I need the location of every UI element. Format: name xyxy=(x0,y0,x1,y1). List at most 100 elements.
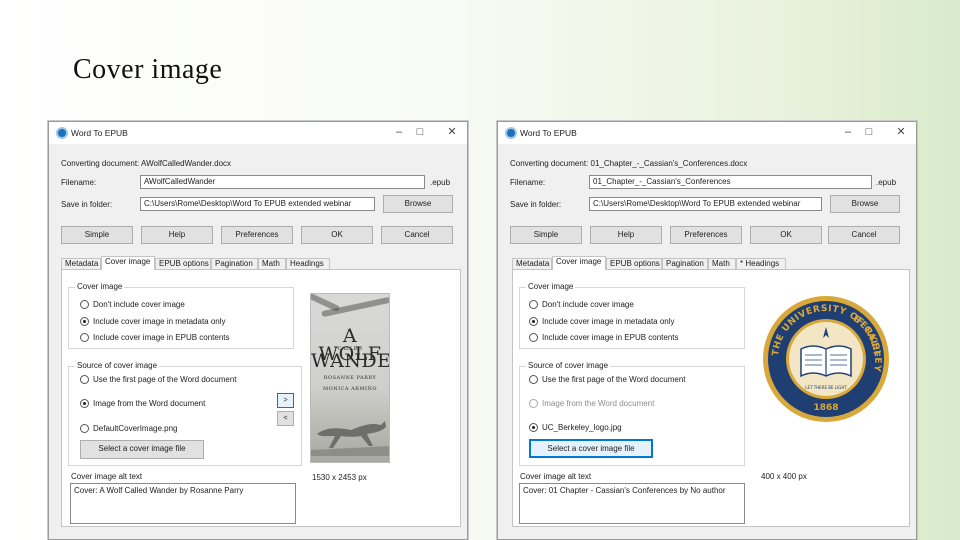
radio-image-file[interactable] xyxy=(80,424,89,433)
group-title: Source of cover image xyxy=(75,361,160,370)
extension-label: .epub xyxy=(876,178,897,187)
tab-epub-options[interactable]: EPUB options xyxy=(606,258,662,269)
alt-text-input[interactable]: Cover: A Wolf Called Wander by Rosanne P… xyxy=(70,483,296,524)
radio-first-page[interactable] xyxy=(80,375,89,384)
tab-cover-image[interactable]: Cover image xyxy=(552,256,606,270)
cover-image-panel: Cover image Don't include cover image In… xyxy=(512,269,910,527)
tab-pagination[interactable]: Pagination xyxy=(662,258,708,269)
browse-button[interactable]: Browse xyxy=(830,195,900,213)
minimize-icon[interactable]: – xyxy=(841,125,855,139)
tab-math[interactable]: Math xyxy=(258,258,286,269)
converting-label: Converting document: AWolfCalledWander.d… xyxy=(61,159,231,168)
preferences-button[interactable]: Preferences xyxy=(221,226,293,244)
preferences-button[interactable]: Preferences xyxy=(670,226,742,244)
radio-image-file-label: UC_Berkeley_logo.jpg xyxy=(542,423,622,432)
seal-motto: LET THERE BE LIGHT xyxy=(805,385,847,390)
cover-author: ROSANNE PARRY xyxy=(323,375,377,381)
radio-metadata-only-label: Include cover image in metadata only xyxy=(542,317,675,326)
close-icon[interactable]: ✕ xyxy=(445,125,459,139)
alt-text-label: Cover image alt text xyxy=(520,472,592,481)
simple-button[interactable]: Simple xyxy=(510,226,582,244)
radio-metadata-only[interactable] xyxy=(529,317,538,326)
filename-label: Filename: xyxy=(61,178,97,187)
converting-doc-name: AWolfCalledWander.docx xyxy=(141,159,232,168)
ok-button[interactable]: OK xyxy=(301,226,373,244)
app-icon xyxy=(56,127,68,139)
converting-doc-name: 01_Chapter_-_Cassian's_Conferences.docx xyxy=(590,159,748,168)
tab-metadata[interactable]: Metadata xyxy=(512,258,552,269)
radio-first-page-label: Use the first page of the Word document xyxy=(542,375,686,384)
filename-input[interactable]: 01_Chapter_-_Cassian's_Conferences xyxy=(589,175,872,189)
select-cover-button[interactable]: Select a cover image file xyxy=(80,440,204,459)
tab-headings[interactable]: Headings xyxy=(286,258,330,269)
prev-image-button[interactable]: < xyxy=(277,411,294,426)
next-image-button[interactable]: > xyxy=(277,393,294,408)
alt-text-label: Cover image alt text xyxy=(71,472,143,481)
window-title: Word To EPUB xyxy=(71,128,128,138)
radio-image-file[interactable] xyxy=(529,423,538,432)
tab-pagination[interactable]: Pagination xyxy=(211,258,258,269)
group-title: Source of cover image xyxy=(526,361,611,370)
converting-label-text: Converting document: xyxy=(61,159,140,168)
group-title: Cover image xyxy=(75,282,125,291)
radio-no-cover[interactable] xyxy=(80,300,89,309)
save-folder-label: Save in folder: xyxy=(510,200,562,209)
window-title: Word To EPUB xyxy=(520,128,577,138)
simple-button[interactable]: Simple xyxy=(61,226,133,244)
radio-word-image[interactable] xyxy=(80,399,89,408)
extension-label: .epub xyxy=(430,178,451,187)
minimize-icon[interactable]: – xyxy=(392,125,406,139)
maximize-icon[interactable]: □ xyxy=(862,125,876,139)
radio-epub-contents[interactable] xyxy=(80,333,89,342)
ok-button[interactable]: OK xyxy=(750,226,822,244)
cancel-button[interactable]: Cancel xyxy=(828,226,900,244)
title-bar[interactable]: Word To EPUB – □ ✕ xyxy=(49,122,467,144)
radio-epub-contents-label: Include cover image in EPUB contents xyxy=(93,333,230,342)
cover-image-panel: Cover image Don't include cover image In… xyxy=(61,269,461,527)
tab-strip: Metadata Cover image EPUB options Pagina… xyxy=(512,256,912,270)
title-bar[interactable]: Word To EPUB – □ ✕ xyxy=(498,122,916,144)
filename-label: Filename: xyxy=(510,178,546,187)
close-icon[interactable]: ✕ xyxy=(894,125,908,139)
radio-epub-contents[interactable] xyxy=(529,333,538,342)
maximize-icon[interactable]: □ xyxy=(413,125,427,139)
radio-word-image-label: Image from the Word document xyxy=(93,399,206,408)
radio-word-image[interactable] xyxy=(529,399,538,408)
alt-text-input[interactable]: Cover: 01 Chapter - Cassian's Conference… xyxy=(519,483,745,524)
radio-first-page[interactable] xyxy=(529,375,538,384)
radio-no-cover[interactable] xyxy=(529,300,538,309)
tab-metadata[interactable]: Metadata xyxy=(61,258,101,269)
help-button[interactable]: Help xyxy=(141,226,213,244)
cover-preview-image: A WOLF CALLED WANDER ROSANNE PARRY MONIC… xyxy=(310,293,390,463)
save-folder-label: Save in folder: xyxy=(61,200,113,209)
image-dimensions: 1530 x 2453 px xyxy=(312,473,367,482)
tab-strip: Metadata Cover image EPUB options Pagina… xyxy=(61,256,461,270)
slide-title: Cover image xyxy=(73,54,223,85)
tab-epub-options[interactable]: EPUB options xyxy=(155,258,211,269)
image-dimensions: 400 x 400 px xyxy=(761,472,807,481)
word-to-epub-window-right: Word To EPUB – □ ✕ Converting document: … xyxy=(497,121,917,540)
seal-year: 1868 xyxy=(813,403,838,413)
radio-no-cover-label: Don't include cover image xyxy=(93,300,185,309)
radio-metadata-only[interactable] xyxy=(80,317,89,326)
help-button[interactable]: Help xyxy=(590,226,662,244)
select-cover-button[interactable]: Select a cover image file xyxy=(529,439,653,458)
word-to-epub-window-left: Word To EPUB – □ ✕ Converting document: … xyxy=(48,121,468,540)
save-folder-input[interactable]: C:\Users\Rome\Desktop\Word To EPUB exten… xyxy=(589,197,822,211)
converting-label: Converting document: 01_Chapter_-_Cassia… xyxy=(510,159,747,168)
cover-title-line2: WANDER xyxy=(311,350,389,372)
save-folder-input[interactable]: C:\Users\Rome\Desktop\Word To EPUB exten… xyxy=(140,197,375,211)
filename-input[interactable]: AWolfCalledWander xyxy=(140,175,425,189)
radio-no-cover-label: Don't include cover image xyxy=(542,300,634,309)
tab-cover-image[interactable]: Cover image xyxy=(101,256,155,270)
radio-word-image-label: Image from the Word document xyxy=(542,399,655,408)
browse-button[interactable]: Browse xyxy=(383,195,453,213)
app-icon xyxy=(505,127,517,139)
converting-label-text: Converting document: xyxy=(510,159,589,168)
group-title: Cover image xyxy=(526,282,576,291)
cancel-button[interactable]: Cancel xyxy=(381,226,453,244)
tab-headings[interactable]: * Headings xyxy=(736,258,786,269)
cover-illustrator: MONICA ARMIÑO xyxy=(322,386,378,392)
tab-math[interactable]: Math xyxy=(708,258,736,269)
radio-epub-contents-label: Include cover image in EPUB contents xyxy=(542,333,679,342)
